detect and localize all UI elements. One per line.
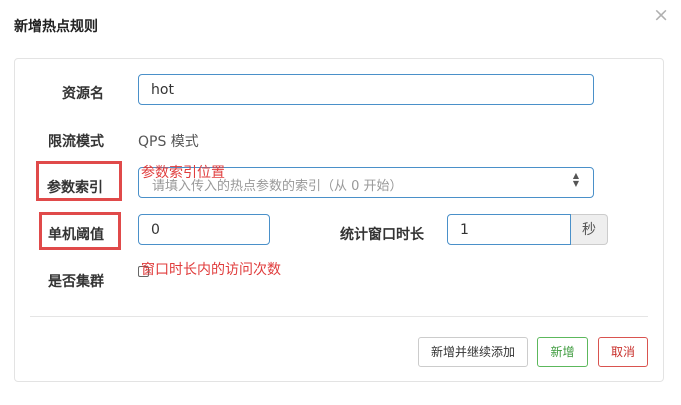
- stat-window-unit: 秒: [571, 214, 608, 245]
- param-index-annotation: 参数索引位置: [141, 165, 225, 181]
- limit-mode-value: QPS 模式: [138, 134, 199, 150]
- stat-window-label: 统计窗口时长: [340, 227, 424, 243]
- threshold-label: 单机阈值: [48, 227, 104, 243]
- cancel-button[interactable]: 取消: [598, 337, 648, 367]
- add-and-continue-button[interactable]: 新增并继续添加: [418, 337, 528, 367]
- limit-mode-label: 限流模式: [48, 134, 104, 150]
- resource-name-label: 资源名: [62, 86, 104, 102]
- footer-divider: [30, 316, 648, 317]
- cluster-label: 是否集群: [48, 274, 104, 290]
- select-arrows-icon: ▲ ▼: [572, 171, 579, 188]
- param-index-label: 参数索引: [47, 180, 103, 196]
- close-icon[interactable]: ×: [653, 5, 669, 25]
- resource-name-input[interactable]: [138, 74, 594, 105]
- dialog-header: 新增热点规则 ×: [0, 0, 681, 50]
- add-button[interactable]: 新增: [537, 337, 588, 367]
- dialog-title: 新增热点规则: [14, 19, 98, 35]
- threshold-input[interactable]: [138, 214, 270, 245]
- stat-window-input[interactable]: [447, 214, 571, 245]
- threshold-annotation: 窗口时长内的访问次数: [141, 262, 281, 278]
